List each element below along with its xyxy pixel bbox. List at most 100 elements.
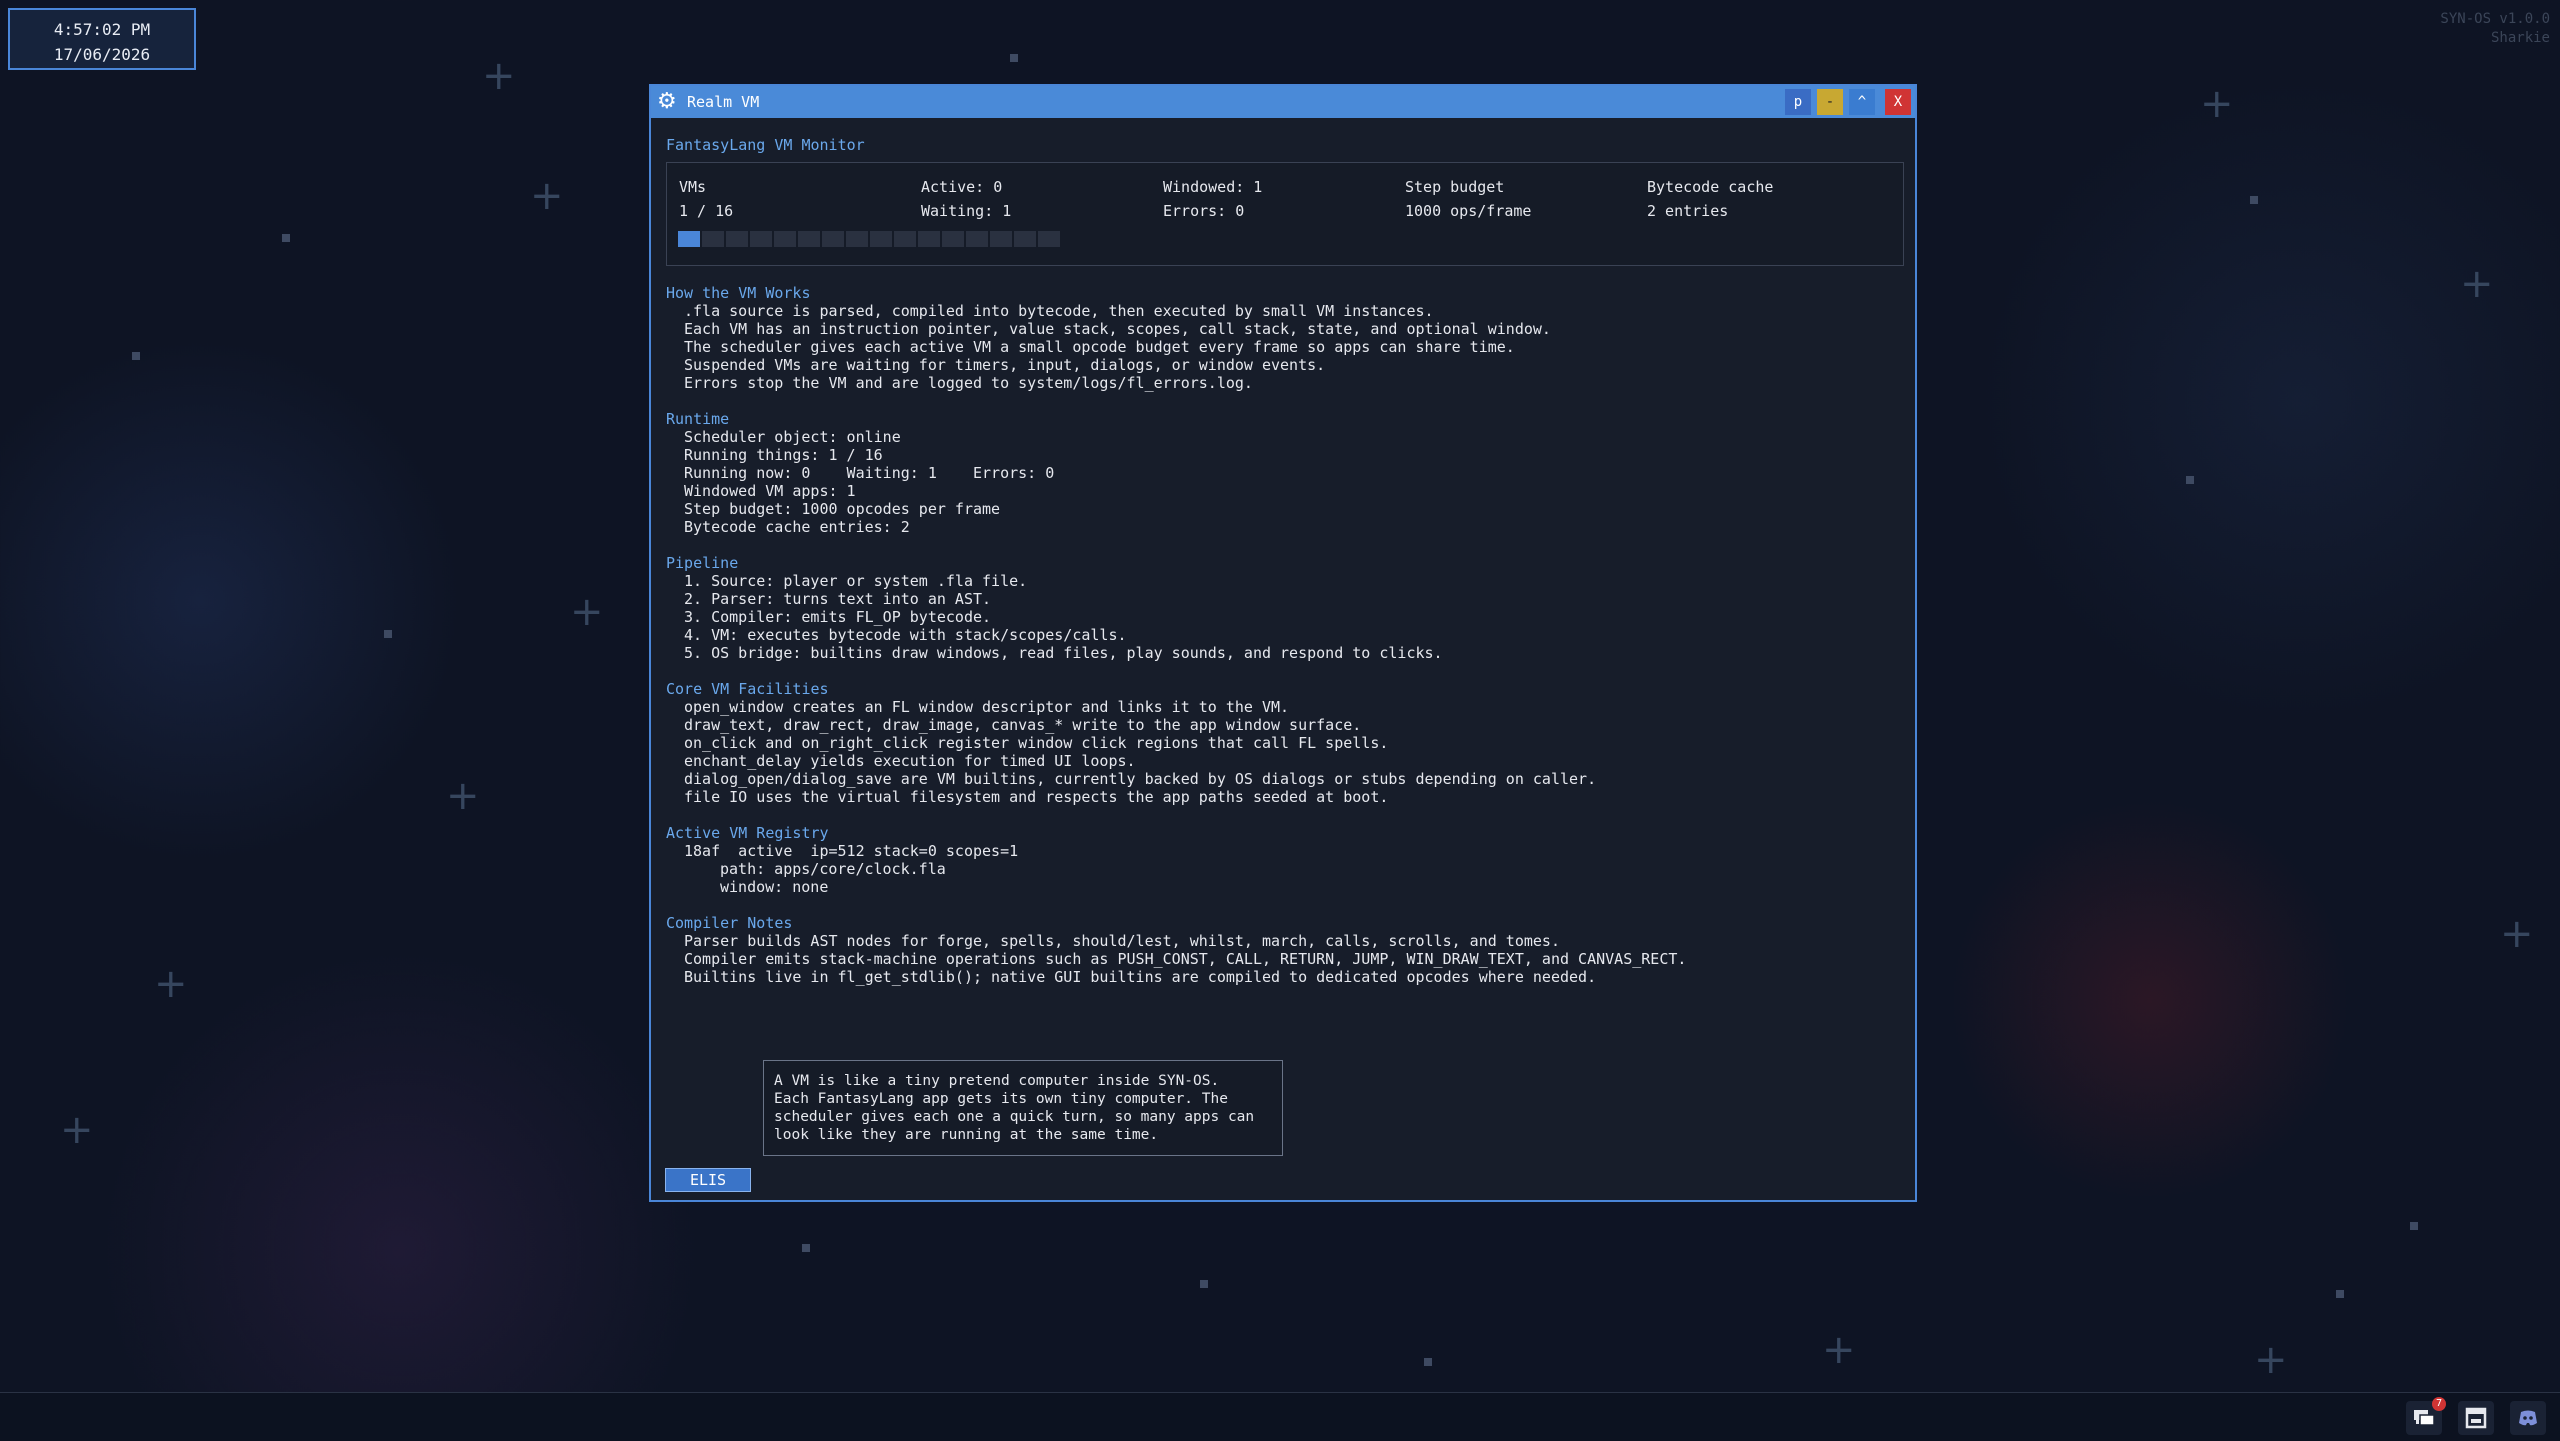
info-section: Compiler Notes Parser builds AST nodes fo… bbox=[666, 914, 1901, 986]
gear-icon: ⚙ bbox=[657, 89, 677, 114]
section-line: 1. Source: player or system .fla file. bbox=[684, 572, 1028, 590]
vm-slot bbox=[942, 231, 964, 247]
stat-bytecode-cache: Bytecode cache 2 entries bbox=[1647, 175, 1773, 223]
vm-slot bbox=[870, 231, 892, 247]
window-icon bbox=[2465, 1407, 2487, 1429]
section-subline: path: apps/core/clock.fla bbox=[720, 860, 946, 878]
stat-step-budget: Step budget 1000 ops/frame bbox=[1405, 175, 1531, 223]
info-section: Active VM Registry 18af active ip=512 sta… bbox=[666, 824, 1901, 896]
elis-button[interactable]: ELIS bbox=[665, 1168, 751, 1192]
dot-decoration bbox=[1424, 1358, 1432, 1366]
info-section: Pipeline 1. Source: player or system .fla… bbox=[666, 554, 1901, 662]
vm-slot bbox=[966, 231, 988, 247]
dot-decoration bbox=[2336, 1290, 2344, 1298]
section-line: Builtins live in fl_get_stdlib(); native… bbox=[684, 968, 1597, 986]
os-user: Sharkie bbox=[2490, 30, 2550, 46]
section-line: Suspended VMs are waiting for timers, in… bbox=[684, 356, 1326, 374]
stat-windowed: Windowed: 1 bbox=[1163, 178, 1263, 196]
stat-active-waiting: Active: 0 Waiting: 1 bbox=[921, 175, 1011, 223]
notification-badge: 7 bbox=[2432, 1397, 2446, 1411]
star-decoration: + bbox=[60, 1107, 94, 1153]
tip-line: look like they are running at the same t… bbox=[774, 1127, 1159, 1143]
stat-vms-label: VMs bbox=[679, 178, 707, 196]
info-sections: How the VM Works .fla source is parsed, c… bbox=[666, 284, 1901, 986]
dot-decoration bbox=[1200, 1280, 1208, 1288]
star-decoration: + bbox=[2500, 911, 2534, 957]
tip-line: scheduler gives each one a quick turn, s… bbox=[774, 1109, 1255, 1125]
stats-panel: VMs 1 / 16 Active: 0 Waiting: 1 Windowed… bbox=[666, 162, 1904, 266]
star-decoration: + bbox=[482, 53, 516, 99]
section-line: Each VM has an instruction pointer, valu… bbox=[684, 320, 1551, 338]
dot-decoration bbox=[384, 630, 392, 638]
vm-slot bbox=[678, 231, 700, 247]
dot-decoration bbox=[1010, 54, 1018, 62]
dot-decoration bbox=[282, 234, 290, 242]
clock-widget[interactable]: 4:57:02 PM 17/06/2026 bbox=[8, 8, 196, 70]
section-line: dialog_open/dialog_save are VM builtins,… bbox=[684, 770, 1597, 788]
star-decoration: + bbox=[1822, 1327, 1856, 1373]
info-section: Core VM Facilities open_window creates an… bbox=[666, 680, 1901, 806]
vm-slot bbox=[774, 231, 796, 247]
section-title: How the VM Works bbox=[666, 284, 811, 302]
vm-slot bbox=[918, 231, 940, 247]
section-line: 18af active ip=512 stack=0 scopes=1 bbox=[684, 842, 1019, 860]
vm-slot-bar bbox=[678, 231, 1060, 247]
taskbar-discord-app[interactable] bbox=[2510, 1401, 2546, 1435]
section-line: Compiler emits stack-machine operations … bbox=[684, 950, 1687, 968]
section-line: open_window creates an FL window descrip… bbox=[684, 698, 1290, 716]
stat-windowed-errors: Windowed: 1 Errors: 0 bbox=[1163, 175, 1262, 223]
star-decoration: + bbox=[154, 961, 188, 1007]
stat-vms-value: 1 / 16 bbox=[679, 202, 734, 220]
vm-slot bbox=[1038, 231, 1060, 247]
dot-decoration bbox=[802, 1244, 810, 1252]
taskbar-chat-app[interactable]: 7 bbox=[2406, 1397, 2446, 1435]
section-line: file IO uses the virtual filesystem and … bbox=[684, 788, 1389, 806]
vm-slot bbox=[822, 231, 844, 247]
taskbar: 7 bbox=[0, 1392, 2560, 1441]
realm-vm-window[interactable]: ⚙ Realm VM p - ^ X FantasyLang VM Monito… bbox=[649, 84, 1917, 1202]
tip-line: Each FantasyLang app gets its own tiny c… bbox=[774, 1091, 1228, 1107]
window-title: Realm VM bbox=[687, 93, 760, 111]
section-line: Errors stop the VM and are logged to sys… bbox=[684, 374, 1253, 392]
star-decoration: + bbox=[530, 173, 564, 219]
section-line: Running now: 0 Waiting: 1 Errors: 0 bbox=[684, 464, 1055, 482]
os-version-info: SYN-OS v1.0.0 Sharkie bbox=[2440, 10, 2550, 48]
minimize-button[interactable]: - bbox=[1817, 89, 1843, 115]
os-version: SYN-OS v1.0.0 bbox=[2440, 11, 2550, 27]
stat-budget-value: 1000 ops/frame bbox=[1405, 202, 1532, 220]
section-subline: window: none bbox=[720, 878, 829, 896]
close-button[interactable]: X bbox=[1885, 89, 1911, 115]
star-decoration: + bbox=[2254, 1337, 2288, 1383]
dot-decoration bbox=[2250, 196, 2258, 204]
clock-time: 4:57:02 PM bbox=[53, 20, 151, 39]
vm-slot bbox=[702, 231, 724, 247]
taskbar-window-app[interactable] bbox=[2458, 1401, 2494, 1435]
eli5-tooltip: A VM is like a tiny pretend computer ins… bbox=[763, 1060, 1283, 1156]
vm-slot bbox=[798, 231, 820, 247]
pin-button[interactable]: p bbox=[1785, 89, 1811, 115]
section-title: Runtime bbox=[666, 410, 730, 428]
info-section: How the VM Works .fla source is parsed, c… bbox=[666, 284, 1901, 392]
maximize-button[interactable]: ^ bbox=[1849, 89, 1875, 115]
vm-slot bbox=[750, 231, 772, 247]
star-decoration: + bbox=[570, 589, 604, 635]
stat-cache-value: 2 entries bbox=[1647, 202, 1729, 220]
dot-decoration bbox=[2186, 476, 2194, 484]
clock-date: 17/06/2026 bbox=[53, 45, 151, 64]
vm-slot bbox=[1014, 231, 1036, 247]
window-titlebar[interactable]: ⚙ Realm VM p - ^ X bbox=[651, 86, 1915, 118]
section-line: 4. VM: executes bytecode with stack/scop… bbox=[684, 626, 1127, 644]
section-line: Running things: 1 / 16 bbox=[684, 446, 883, 464]
dot-decoration bbox=[132, 352, 140, 360]
stat-vms: VMs 1 / 16 bbox=[679, 175, 733, 223]
stat-waiting: Waiting: 1 bbox=[921, 202, 1012, 220]
section-line: .fla source is parsed, compiled into byt… bbox=[684, 302, 1434, 320]
section-line: Scheduler object: online bbox=[684, 428, 901, 446]
chat-icon bbox=[2414, 1410, 2435, 1426]
section-line: 3. Compiler: emits FL_OP bytecode. bbox=[684, 608, 992, 626]
monitor-title: FantasyLang VM Monitor bbox=[666, 136, 865, 154]
section-line: 2. Parser: turns text into an AST. bbox=[684, 590, 992, 608]
section-line: Parser builds AST nodes for forge, spell… bbox=[684, 932, 1560, 950]
vm-slot bbox=[894, 231, 916, 247]
section-line: draw_text, draw_rect, draw_image, canvas… bbox=[684, 716, 1362, 734]
